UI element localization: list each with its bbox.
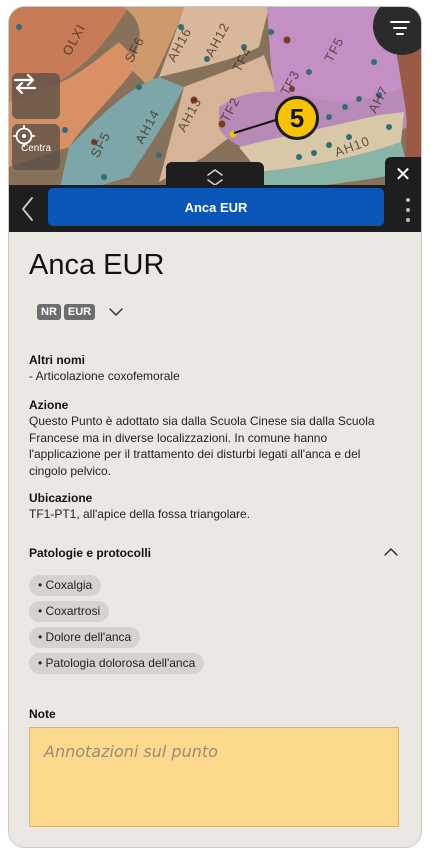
swap-button[interactable] [12,73,60,119]
note-heading: Note [29,707,56,721]
patologia-chip-dolore-anca[interactable]: • Dolore dell'anca [29,627,141,648]
altri-nomi-text: - Articolazione coxofemorale [29,369,180,383]
tag-eur: EUR [63,304,96,320]
more-options-button[interactable] [403,198,413,222]
more-vertical-icon [406,198,410,222]
chevron-left-icon [22,197,33,221]
azione-heading: Azione [29,398,69,412]
patologia-chip-patologia-dolorosa[interactable]: • Patologia dolorosa dell'anca [29,653,205,674]
close-icon: ✕ [394,163,412,186]
patologia-chip-coxartrosi[interactable]: • Coxartrosi [29,601,110,622]
point-title-pill[interactable]: Anca EUR [48,188,384,226]
selected-point-badge[interactable]: 5 [275,96,319,140]
tag-nr: NR [37,304,61,320]
patologia-chip-coxalgia[interactable]: • Coxalgia [29,575,102,596]
app-frame: OLXI SF6 AH16 AH12 TF4 TF5 TF3 SF5 AH14 … [9,7,421,847]
point-tags[interactable]: NR EUR [37,304,124,320]
point-details[interactable]: Anca EUR NR EUR Altri nomi - Articolazio… [9,232,421,847]
azione-text: Questo Punto è adottato sia dalla Scuola… [29,414,375,478]
ubicazione-heading: Ubicazione [29,491,93,505]
altri-nomi-heading: Altri nomi [29,353,85,367]
crosshair-icon [13,125,35,147]
chevron-up-icon[interactable] [383,547,399,557]
chevron-down-icon[interactable] [108,307,124,317]
ubicazione-text: TF1-PT1, all'apice della fossa triangola… [29,507,251,521]
back-button[interactable] [15,194,41,224]
point-name: Anca EUR [29,249,165,281]
ear-map[interactable]: OLXI SF6 AH16 AH12 TF4 TF5 TF3 SF5 AH14 … [9,7,421,192]
title-bar: Anca EUR [9,185,421,232]
patologie-heading[interactable]: Patologie e protocolli [29,546,151,560]
note-box [29,727,399,827]
note-input[interactable] [30,728,398,826]
swap-arrows-icon [13,73,37,95]
center-button[interactable]: Centra [12,124,60,170]
